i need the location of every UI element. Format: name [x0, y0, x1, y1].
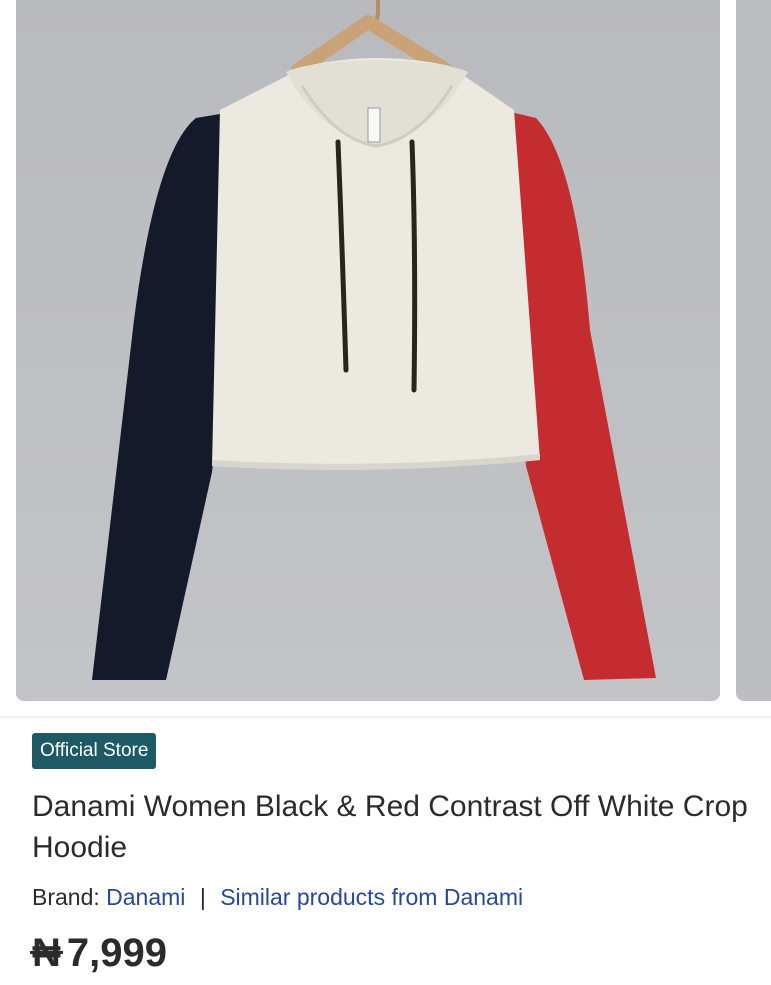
- next-image-preview[interactable]: [736, 0, 771, 701]
- product-image[interactable]: [16, 0, 720, 701]
- brand-label: Brand:: [32, 884, 100, 910]
- similar-products-link[interactable]: Similar products from Danami: [220, 884, 523, 910]
- product-image-gallery[interactable]: [0, 0, 771, 718]
- product-title: Danami Women Black & Red Contrast Off Wh…: [32, 790, 748, 864]
- hoodie-illustration: [16, 0, 720, 701]
- currency-symbol: ₦: [32, 928, 61, 978]
- brand-link[interactable]: Danami: [106, 884, 185, 910]
- product-price: ₦ 7,999: [32, 928, 167, 978]
- section-divider: [0, 716, 771, 718]
- brand-row: Brand: Danami | Similar products from Da…: [32, 881, 523, 913]
- brand-separator: |: [199, 884, 206, 910]
- official-store-badge: Official Store: [32, 733, 157, 769]
- price-value: 7,999: [66, 931, 167, 975]
